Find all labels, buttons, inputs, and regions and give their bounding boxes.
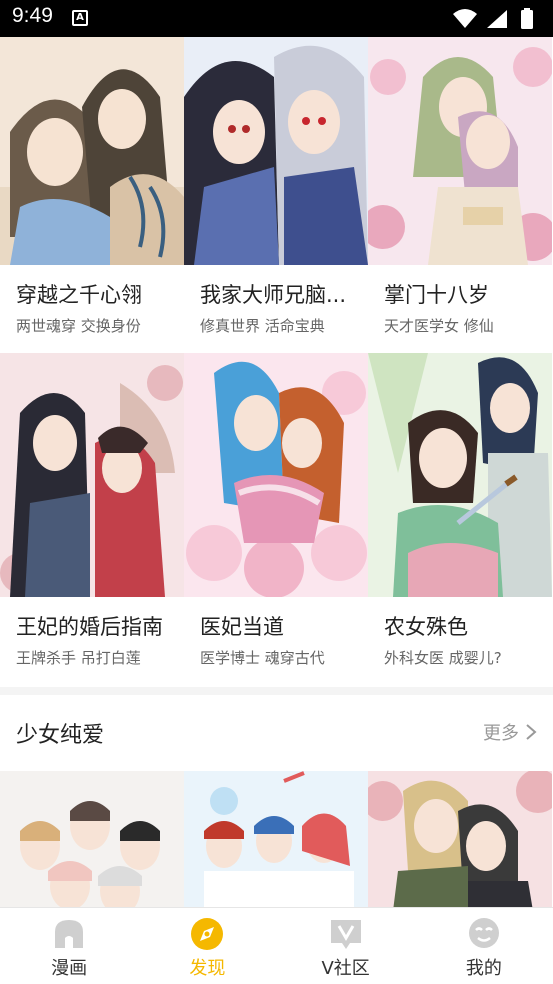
nav-label: V社区 — [321, 958, 370, 979]
comic-cover-art — [184, 771, 368, 907]
comic-tags: 外科女医 成婴儿? — [384, 649, 502, 667]
comic-cover — [184, 353, 368, 597]
more-button[interactable]: 更多 — [483, 719, 537, 745]
nav-item-profile[interactable]: 我的 — [415, 908, 553, 984]
profile-icon — [468, 918, 499, 948]
comic-cover-art — [368, 771, 552, 907]
comic-cover-art — [0, 37, 184, 265]
comic-row-3 — [0, 771, 553, 907]
comic-title: 医妃当道 — [200, 615, 284, 639]
signal-icon — [487, 10, 507, 28]
comic-cover-art — [0, 771, 184, 907]
comic-cover-art — [368, 353, 552, 597]
comic-tags: 王牌杀手 吊打白莲 — [16, 649, 141, 667]
status-time: 9:49 — [12, 4, 53, 27]
nav-item-discover[interactable]: 发现 — [138, 908, 276, 984]
wifi-icon — [453, 9, 477, 28]
comic-tags: 医学博士 魂穿古代 — [200, 649, 325, 667]
comic-cover — [0, 771, 184, 907]
comic-row-2: 王妃的婚后指南 王牌杀手 吊打白莲 医妃当道 医学博士 魂穿古代 农女殊色 外科… — [0, 353, 553, 687]
section-divider — [0, 687, 553, 695]
comic-cover — [368, 353, 552, 597]
nav-label: 漫画 — [51, 958, 88, 979]
comic-cover — [184, 771, 368, 907]
comic-cover — [184, 37, 368, 265]
comic-cover — [368, 37, 552, 265]
more-label: 更多 — [483, 723, 519, 744]
comic-cover-art — [184, 37, 368, 265]
v-community-icon — [330, 920, 361, 949]
comic-row-1: 穿越之千心翎 两世魂穿 交换身份 我家大师兄脑... 修真世界 活命宝典 掌门十… — [0, 37, 553, 353]
discover-content: 穿越之千心翎 两世魂穿 交换身份 我家大师兄脑... 修真世界 活命宝典 掌门十… — [0, 37, 553, 907]
nav-item-v-community[interactable]: V社区 — [277, 908, 415, 984]
chevron-right-icon — [526, 724, 537, 740]
system-status-icons — [453, 8, 533, 29]
status-bar: 9:49 A — [0, 0, 553, 37]
comic-cover — [0, 37, 184, 265]
battery-icon — [521, 8, 533, 29]
nav-label: 我的 — [465, 958, 502, 979]
bottom-navigation: 漫画 发现 V社区 我的 — [0, 907, 553, 984]
comic-tags: 修真世界 活命宝典 — [200, 317, 325, 335]
comic-cover — [0, 353, 184, 597]
nav-label: 发现 — [189, 958, 226, 979]
section-title: 少女纯爱 — [16, 723, 105, 748]
comic-title: 我家大师兄脑... — [200, 283, 347, 307]
section-header: 少女纯爱 更多 — [0, 695, 553, 771]
comic-title: 王妃的婚后指南 — [16, 615, 163, 639]
compass-icon — [191, 918, 224, 950]
comic-tags: 两世魂穿 交换身份 — [16, 317, 141, 335]
comic-cover-art — [0, 353, 184, 597]
comic-title: 穿越之千心翎 — [16, 283, 142, 307]
nav-item-comics[interactable]: 漫画 — [0, 908, 138, 984]
notification-a-icon: A — [72, 10, 88, 26]
comic-cover-art — [368, 37, 552, 265]
comic-cover — [368, 771, 552, 907]
comic-title: 掌门十八岁 — [384, 283, 489, 307]
comic-cover-art — [184, 353, 368, 597]
home-icon — [55, 920, 84, 948]
comic-tags: 天才医学女 修仙 — [384, 317, 494, 335]
comic-title: 农女殊色 — [384, 615, 468, 639]
